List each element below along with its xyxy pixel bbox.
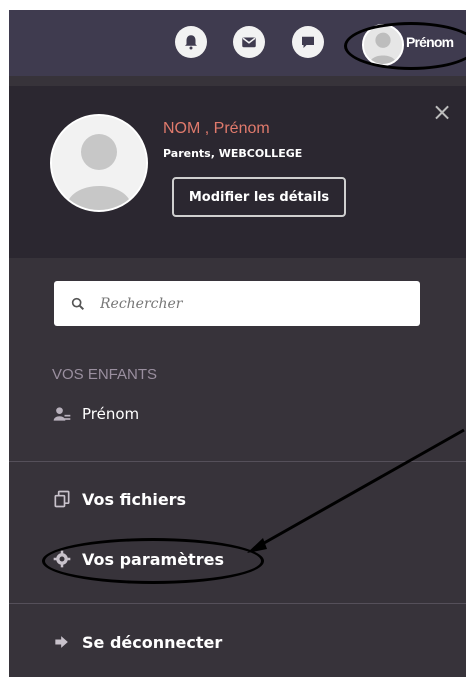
- search-input[interactable]: [98, 294, 382, 313]
- top-bar: Prénom: [9, 10, 466, 76]
- divider: [9, 603, 466, 604]
- search-icon: [71, 297, 85, 310]
- gear-icon: [53, 550, 71, 568]
- search-box[interactable]: [54, 281, 420, 326]
- chat-icon[interactable]: [292, 26, 324, 58]
- files-icon: [54, 490, 70, 508]
- menu-item-settings[interactable]: Vos paramètres: [52, 549, 224, 569]
- mail-icon[interactable]: [233, 26, 265, 58]
- child-name: Prénom: [82, 405, 140, 423]
- avatar[interactable]: [362, 24, 404, 66]
- divider: [9, 461, 466, 462]
- edit-details-button[interactable]: Modifier les détails: [172, 177, 346, 217]
- profile-avatar: [50, 114, 148, 212]
- close-icon[interactable]: ×: [432, 100, 452, 124]
- logout-icon: [55, 636, 68, 648]
- menu-label-settings: Vos paramètres: [82, 549, 224, 569]
- children-section-label: VOS ENFANTS: [52, 366, 158, 383]
- menu-item-files[interactable]: Vos fichiers: [52, 489, 186, 509]
- menu-label-logout: Se déconnecter: [82, 632, 223, 652]
- profile-card: NOM , Prénom Parents, WEBCOLLEGE Modifie…: [9, 86, 466, 258]
- profile-role: Parents, WEBCOLLEGE: [163, 147, 303, 160]
- users-icon: [53, 407, 71, 421]
- menu-item-logout[interactable]: Se déconnecter: [52, 632, 222, 652]
- user-panel: Prénom NOM , Prénom Parents, WEBCOLLEGE …: [9, 10, 466, 677]
- menu-label-files: Vos fichiers: [82, 489, 187, 509]
- child-item[interactable]: Prénom: [52, 404, 139, 424]
- user-name[interactable]: Prénom: [406, 34, 454, 50]
- bell-icon[interactable]: [175, 26, 207, 58]
- profile-name: NOM , Prénom: [163, 120, 270, 137]
